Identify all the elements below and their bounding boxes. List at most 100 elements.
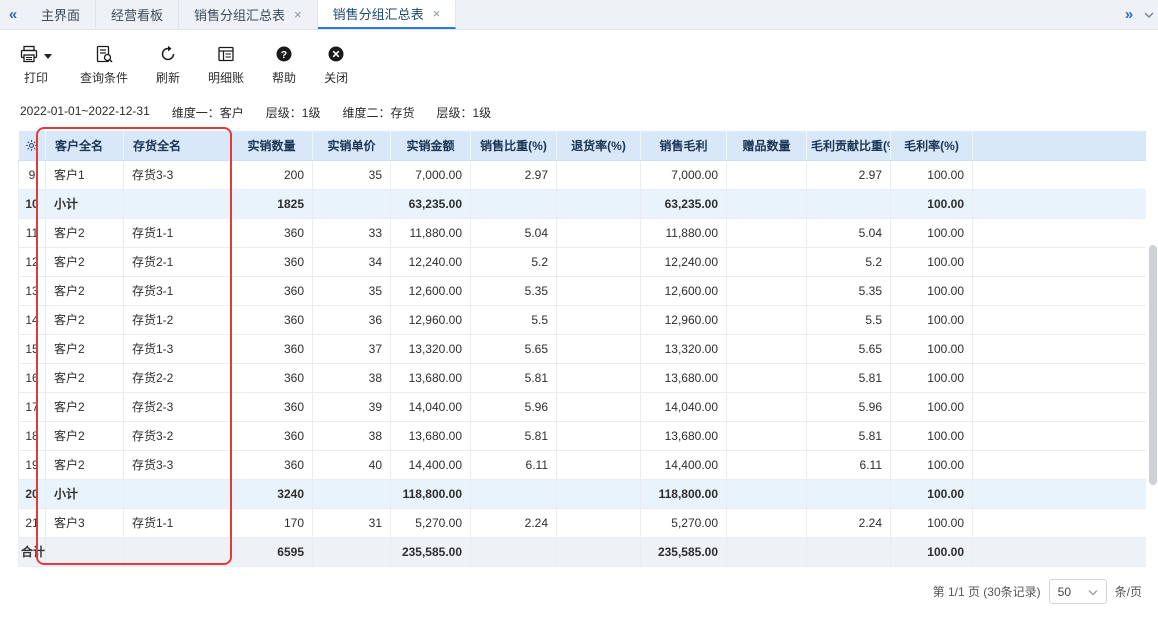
cell bbox=[557, 363, 641, 392]
col-header-gross-margin[interactable]: 毛利率(%) bbox=[891, 131, 973, 160]
cell bbox=[727, 189, 807, 218]
table-row[interactable]: 16客户2存货2-23603813,680.005.8113,680.005.8… bbox=[19, 363, 1146, 392]
filler-cell bbox=[973, 305, 1146, 334]
cell: 118,800.00 bbox=[391, 479, 471, 508]
cell: 客户2 bbox=[46, 363, 124, 392]
cell: 客户2 bbox=[46, 421, 124, 450]
column-settings-cell[interactable] bbox=[19, 131, 46, 160]
cell bbox=[557, 392, 641, 421]
tab-sales-group-report-1[interactable]: 销售分组汇总表 × bbox=[179, 0, 318, 29]
cell: 13,680.00 bbox=[391, 363, 471, 392]
table-row[interactable]: 21客户3存货1-1170315,270.002.245,270.002.241… bbox=[19, 508, 1146, 537]
col-header-amount[interactable]: 实销金额 bbox=[391, 131, 471, 160]
cell: 11,880.00 bbox=[391, 218, 471, 247]
col-header-qty[interactable]: 实销数量 bbox=[231, 131, 313, 160]
row-number: 19 bbox=[19, 450, 46, 479]
svg-text:?: ? bbox=[281, 48, 287, 60]
table-row-total[interactable]: 合计6595235,585.00235,585.00100.00 bbox=[19, 537, 1146, 566]
vertical-scrollbar[interactable] bbox=[1149, 245, 1157, 485]
table-row[interactable]: 11客户2存货1-13603311,880.005.0411,880.005.0… bbox=[19, 218, 1146, 247]
cell: 5.96 bbox=[807, 392, 891, 421]
report-table: 客户全名 存货全名 实销数量 实销单价 实销金额 销售比重(%) 退货率(%) … bbox=[18, 131, 1145, 567]
cell: 31 bbox=[313, 508, 391, 537]
detail-ledger-button[interactable]: 明细账 bbox=[208, 46, 244, 86]
tab-sales-group-report-2[interactable]: 销售分组汇总表 × bbox=[318, 0, 457, 29]
table-row[interactable]: 13客户2存货3-13603512,600.005.3512,600.005.3… bbox=[19, 276, 1146, 305]
col-header-gift-qty[interactable]: 赠品数量 bbox=[727, 131, 807, 160]
cell bbox=[727, 218, 807, 247]
cell: 39 bbox=[313, 392, 391, 421]
cell bbox=[557, 160, 641, 189]
cell bbox=[557, 479, 641, 508]
cell: 38 bbox=[313, 421, 391, 450]
page-size-select[interactable]: 50 bbox=[1049, 579, 1107, 604]
cell: 6595 bbox=[231, 537, 313, 566]
cell: 14,040.00 bbox=[641, 392, 727, 421]
dimension-2: 维度二：存货 bbox=[342, 104, 414, 121]
col-header-inventory[interactable]: 存货全名 bbox=[124, 131, 231, 160]
cell: 63,235.00 bbox=[391, 189, 471, 218]
cell: 63,235.00 bbox=[641, 189, 727, 218]
table-row-subtotal[interactable]: 10小计182563,235.0063,235.00100.00 bbox=[19, 189, 1146, 218]
filler-cell bbox=[973, 450, 1146, 479]
cell bbox=[557, 189, 641, 218]
gear-icon[interactable] bbox=[25, 138, 38, 152]
table-row[interactable]: 19客户2存货3-33604014,400.006.1114,400.006.1… bbox=[19, 450, 1146, 479]
col-header-unit-price[interactable]: 实销单价 bbox=[313, 131, 391, 160]
cell: 100.00 bbox=[891, 392, 973, 421]
row-number: 15 bbox=[19, 334, 46, 363]
col-header-return-rate[interactable]: 退货率(%) bbox=[557, 131, 641, 160]
col-header-sales-pct[interactable]: 销售比重(%) bbox=[471, 131, 557, 160]
table-row[interactable]: 9客户1存货3-3200357,000.002.977,000.002.9710… bbox=[19, 160, 1146, 189]
cell: 360 bbox=[231, 392, 313, 421]
row-number: 20 bbox=[19, 479, 46, 508]
tab-dashboard[interactable]: 经营看板 bbox=[96, 0, 179, 29]
col-header-customer[interactable]: 客户全名 bbox=[46, 131, 124, 160]
cell: 11,880.00 bbox=[641, 218, 727, 247]
page-info: 第 1/1 页 (30条记录) bbox=[933, 583, 1041, 600]
print-button[interactable]: 打印 bbox=[20, 46, 52, 86]
cell: 小计 bbox=[46, 479, 124, 508]
tab-menu-icon[interactable] bbox=[1142, 0, 1158, 29]
cell: 360 bbox=[231, 305, 313, 334]
cell: 33 bbox=[313, 218, 391, 247]
cell bbox=[727, 537, 807, 566]
cell: 118,800.00 bbox=[641, 479, 727, 508]
table-row[interactable]: 14客户2存货1-23603612,960.005.512,960.005.51… bbox=[19, 305, 1146, 334]
cell bbox=[557, 218, 641, 247]
cell: 客户2 bbox=[46, 276, 124, 305]
cell: 5.2 bbox=[471, 247, 557, 276]
col-header-gp-contribution[interactable]: 毛利贡献比重(% bbox=[807, 131, 891, 160]
cell: 13,680.00 bbox=[641, 363, 727, 392]
table-row[interactable]: 17客户2存货2-33603914,040.005.9614,040.005.9… bbox=[19, 392, 1146, 421]
help-button[interactable]: ? 帮助 bbox=[272, 46, 296, 86]
close-circle-icon bbox=[327, 45, 345, 66]
table-row[interactable]: 15客户2存货1-33603713,320.005.6513,320.005.6… bbox=[19, 334, 1146, 363]
cell: 3240 bbox=[231, 479, 313, 508]
close-label: 关闭 bbox=[324, 69, 348, 86]
cell: 5.65 bbox=[471, 334, 557, 363]
cell bbox=[727, 276, 807, 305]
cell: 100.00 bbox=[891, 334, 973, 363]
close-button[interactable]: 关闭 bbox=[324, 46, 348, 86]
tab-close-icon[interactable]: × bbox=[433, 7, 441, 20]
cell: 5.5 bbox=[471, 305, 557, 334]
tabs-scroll-right-icon[interactable]: » bbox=[1116, 0, 1142, 29]
table-row[interactable]: 18客户2存货3-23603813,680.005.8113,680.005.8… bbox=[19, 421, 1146, 450]
cell: 14,400.00 bbox=[391, 450, 471, 479]
refresh-button[interactable]: 刷新 bbox=[156, 46, 180, 86]
tab-close-icon[interactable]: × bbox=[294, 8, 302, 21]
print-dropdown-icon[interactable] bbox=[44, 54, 52, 59]
table-row[interactable]: 12客户2存货2-13603412,240.005.212,240.005.21… bbox=[19, 247, 1146, 276]
tab-main[interactable]: 主界面 bbox=[26, 0, 96, 29]
cell: 13,320.00 bbox=[641, 334, 727, 363]
cell: 6.11 bbox=[471, 450, 557, 479]
tabs-scroll-left-icon[interactable]: « bbox=[0, 0, 26, 29]
cell: 13,680.00 bbox=[391, 421, 471, 450]
cell bbox=[313, 189, 391, 218]
col-header-gross-profit[interactable]: 销售毛利 bbox=[641, 131, 727, 160]
cell: 13,320.00 bbox=[391, 334, 471, 363]
query-conditions-button[interactable]: 查询条件 bbox=[80, 46, 128, 86]
table-row-subtotal[interactable]: 20小计3240118,800.00118,800.00100.00 bbox=[19, 479, 1146, 508]
cell: 存货3-1 bbox=[124, 276, 231, 305]
